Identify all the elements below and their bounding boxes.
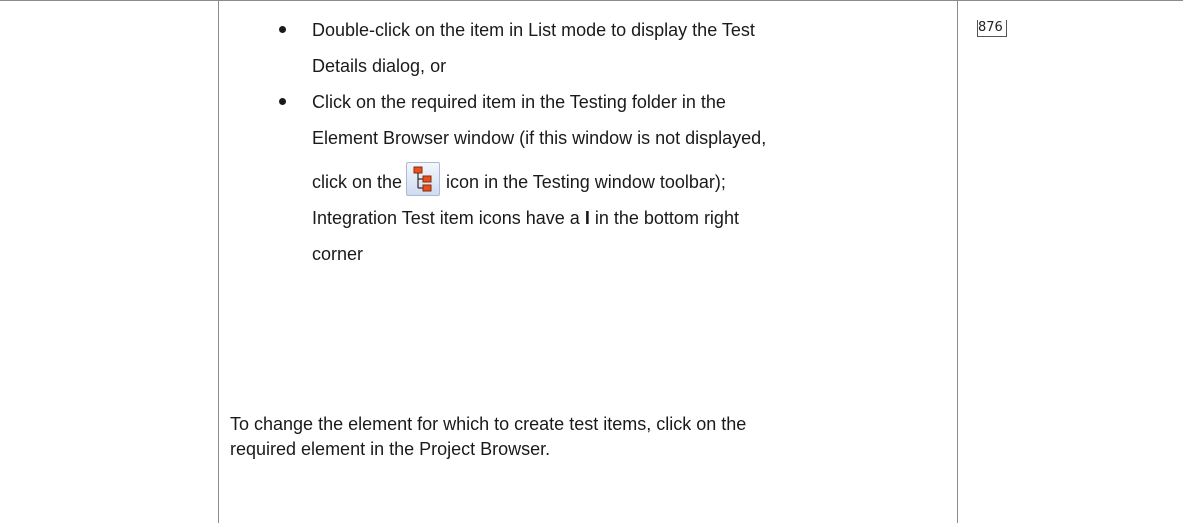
list-item: Double-click on the item in List mode to… [271,12,931,84]
element-browser-tree-icon [406,162,441,196]
list-item: Click on the required item in the Testin… [271,84,931,272]
page-reference-link[interactable]: 876 [977,20,1007,37]
document-table: Double-click on the item in List mode to… [0,0,1183,523]
list-item-line: corner [312,244,364,264]
content-column: Double-click on the item in List mode to… [219,0,956,523]
list-item-text: icon in the Testing window toolbar); [446,172,726,192]
list-item-text: in the bottom right [594,208,739,228]
paragraph: To change the element for which to creat… [230,412,850,462]
list-item-text: click on the [312,172,403,192]
bullet-icon [279,26,286,33]
table-divider-right [957,0,958,523]
list-item-line: Double-click on the item in List mode to… [312,20,755,40]
list-item-text: Integration Test item icons have a [312,208,580,228]
bullet-icon [279,98,286,105]
paragraph-line: required element in the Project Browser. [230,439,551,459]
list-item-line-with-icon: click on the icon in the Testing window … [312,162,931,200]
list-item-line: Details dialog, or [312,56,447,76]
list-item-line: Integration Test item icons have a I in … [312,200,931,236]
list-item-line: Element Browser window (if this window i… [312,128,767,148]
bullet-list: Double-click on the item in List mode to… [271,12,931,272]
bold-letter: I [584,208,590,228]
list-item-line: Click on the required item in the Testin… [312,92,726,112]
paragraph-line: To change the element for which to creat… [230,414,747,434]
